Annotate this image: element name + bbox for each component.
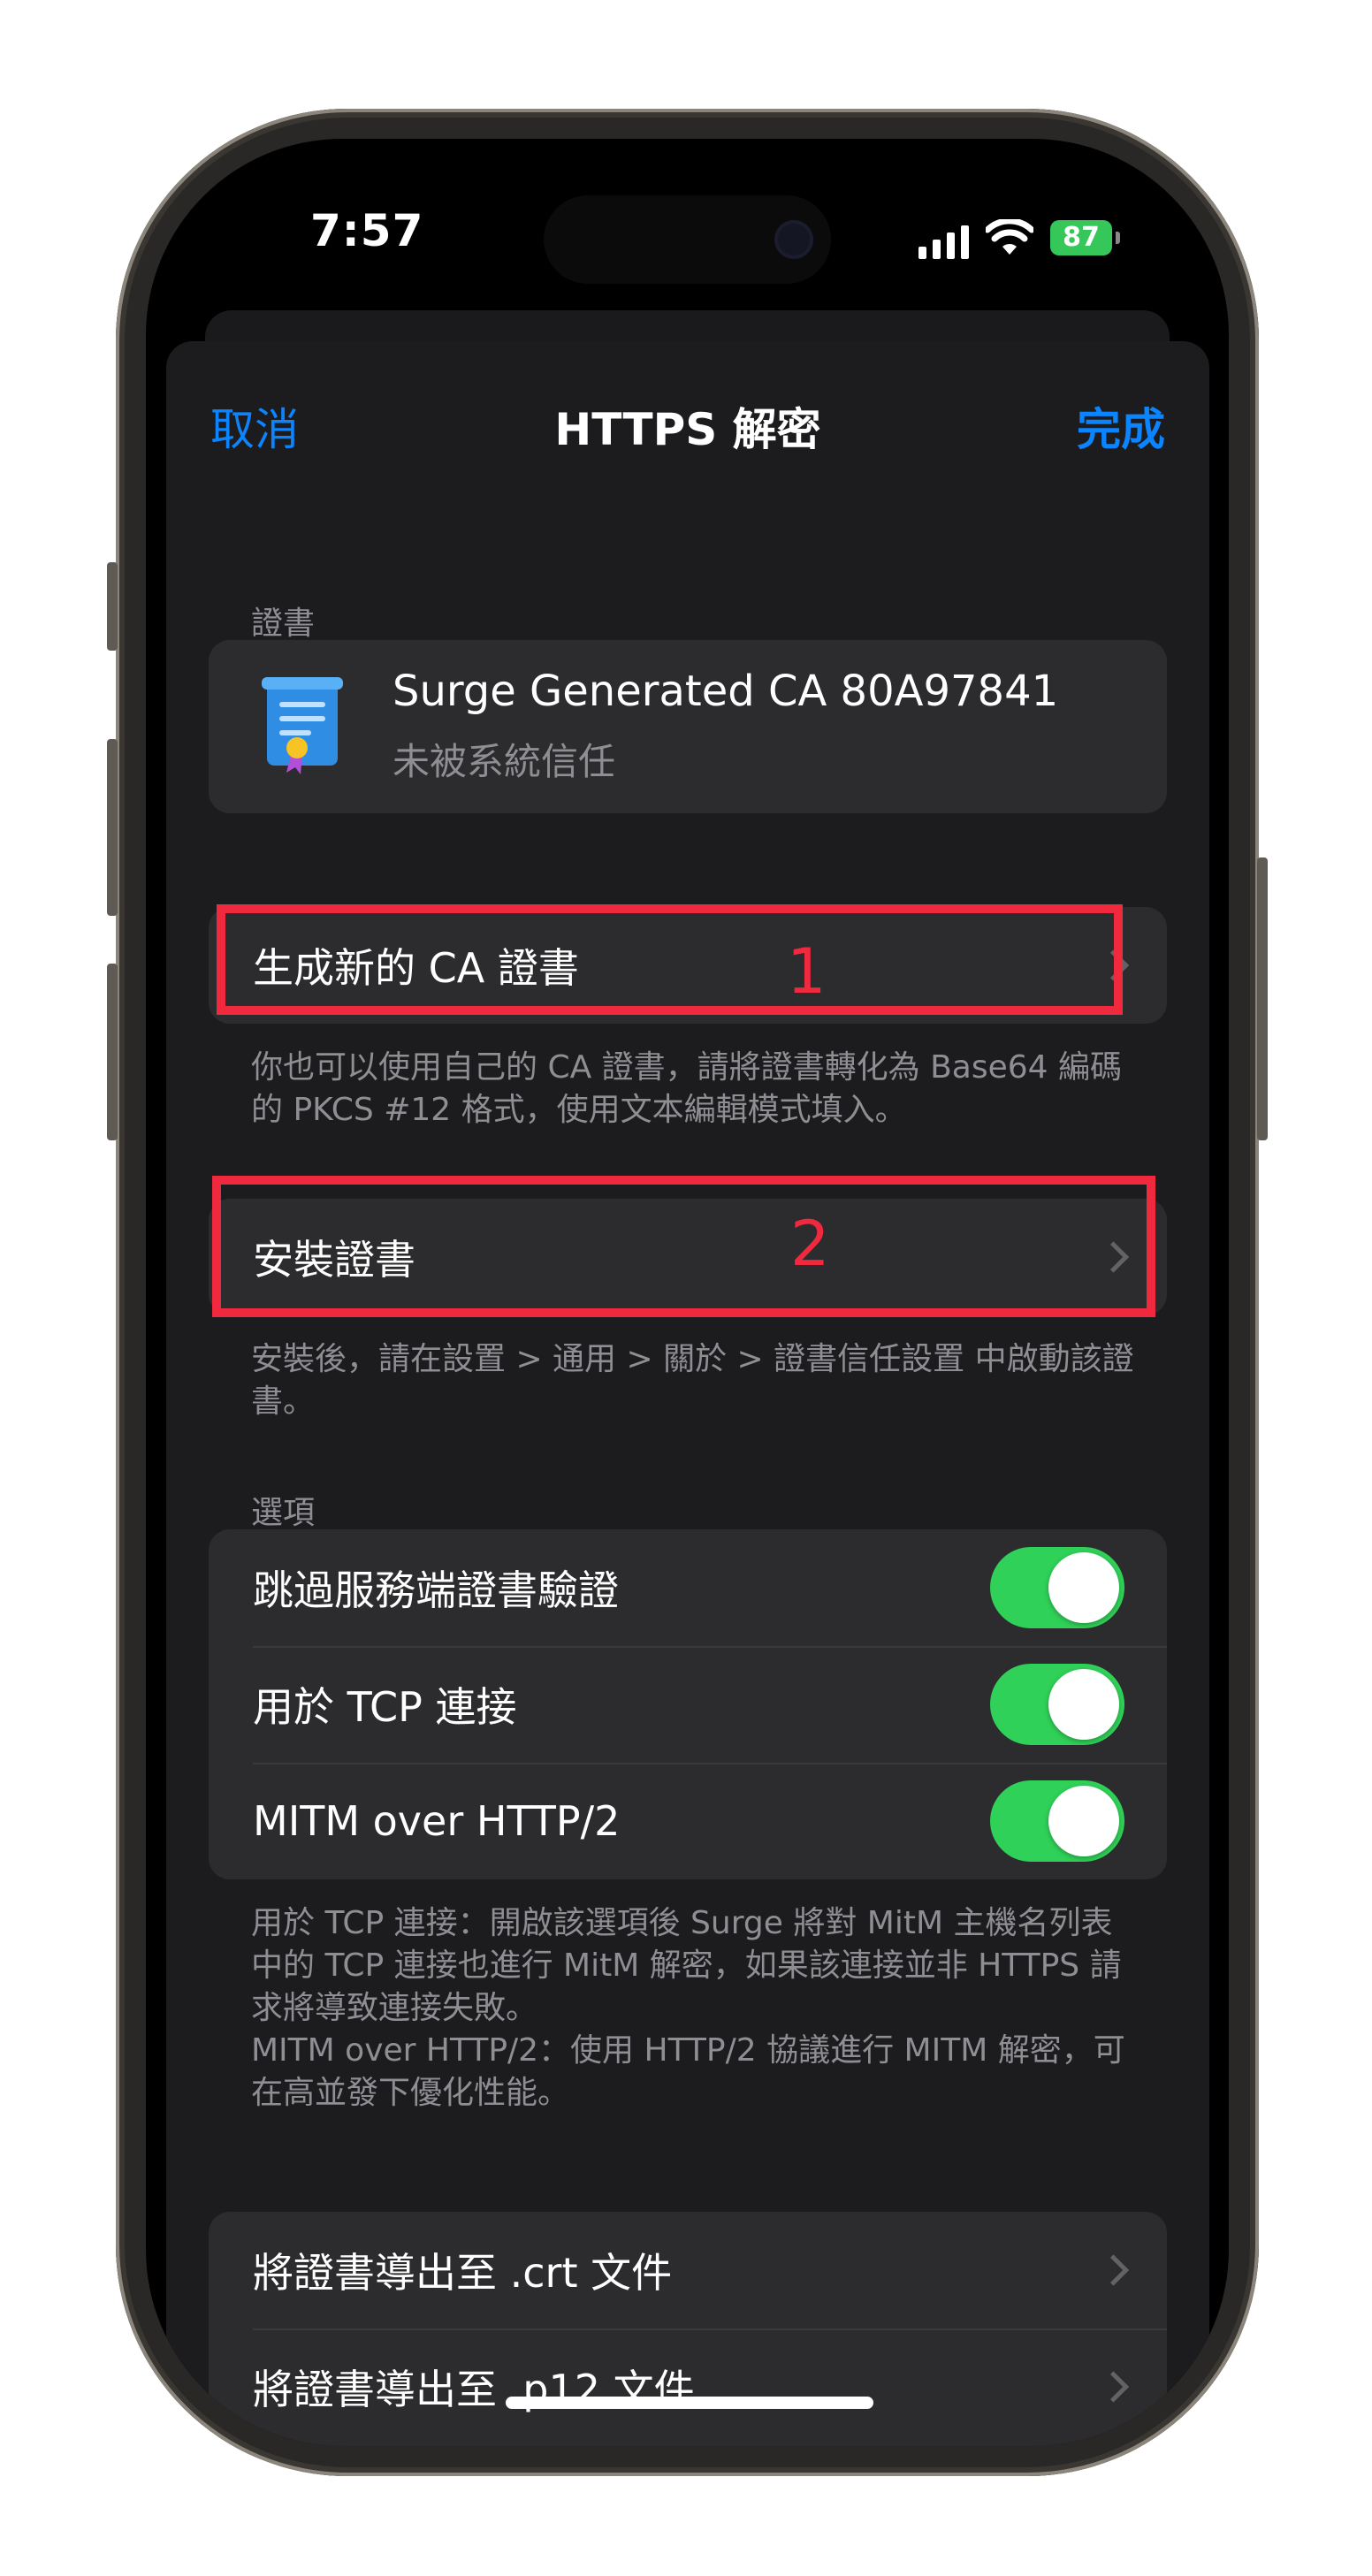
certificate-name: Surge Generated CA 80A97841 — [393, 667, 1059, 716]
https-decryption-sheet: HTTPS 解密 取消 完成 證書 Surge Generated CA 80A… — [166, 341, 1209, 2446]
options-footnote-http2: MITM over HTTP/2：使用 HTTP/2 協議進行 MITM 解密，… — [251, 2032, 1125, 2111]
export-group: 將證書導出至 .crt 文件 將證書導出至 .p12 文件 — [209, 2212, 1167, 2446]
certificate-icon — [262, 677, 343, 774]
mitm-http2-toggle[interactable] — [990, 1780, 1124, 1862]
export-crt-label: 將證書導出至 .crt 文件 — [253, 2249, 673, 2297]
mitm-http2-row: MITM over HTTP/2 — [209, 1763, 1167, 1879]
chevron-right-icon — [1097, 2254, 1130, 2286]
wifi-icon — [986, 219, 1033, 255]
option-label: 用於 TCP 連接 — [253, 1683, 517, 1731]
export-crt-button[interactable]: 將證書導出至 .crt 文件 — [209, 2212, 1167, 2328]
skip-server-cert-verify-toggle[interactable] — [990, 1547, 1124, 1628]
status-time: 7:57 — [310, 205, 424, 256]
option-label: MITM over HTTP/2 — [253, 1797, 621, 1845]
navigation-bar: HTTPS 解密 取消 完成 — [166, 341, 1209, 474]
cancel-button[interactable]: 取消 — [210, 394, 299, 458]
options-footnote-tcp: 用於 TCP 連接：開啟該選項後 Surge 將對 MitM 主機名列表中的 T… — [251, 1905, 1122, 2026]
page-title: HTTPS 解密 — [554, 404, 821, 455]
annotation-number-2: 2 — [790, 1208, 830, 1280]
camera-icon — [778, 224, 810, 255]
annotation-number-1: 1 — [787, 935, 827, 1008]
battery-icon: 87 — [1050, 220, 1120, 255]
install-cert-footnote: 安裝後，請在設置 > 通用 > 關於 > 證書信任設置 中啟動該證書。 — [251, 1341, 1134, 1420]
skip-server-cert-verify-row: 跳過服務端證書驗證 — [209, 1529, 1167, 1646]
done-button[interactable]: 完成 — [1077, 394, 1165, 458]
options-group: 跳過服務端證書驗證 用於 TCP 連接 MITM over HTTP/2 — [209, 1529, 1167, 1879]
cellular-signal-icon — [918, 225, 969, 259]
certificate-section-header: 證書 — [251, 606, 316, 642]
side-button — [1257, 857, 1268, 1140]
volume-down-button — [107, 964, 118, 1140]
tcp-connection-toggle[interactable] — [990, 1664, 1124, 1745]
generate-ca-footnote: 你也可以使用自己的 CA 證書，請將證書轉化為 Base64 編碼的 PKCS … — [251, 1049, 1123, 1128]
dynamic-island — [544, 195, 831, 284]
tcp-connection-row: 用於 TCP 連接 — [209, 1646, 1167, 1763]
action-button — [107, 562, 118, 651]
volume-up-button — [107, 739, 118, 916]
certificate-card[interactable]: Surge Generated CA 80A97841 未被系統信任 — [209, 640, 1167, 813]
home-indicator — [506, 2397, 873, 2409]
certificate-trust-status: 未被系統信任 — [393, 740, 616, 783]
options-section-header: 選項 — [251, 1495, 316, 1531]
option-label: 跳過服務端證書驗證 — [253, 1566, 619, 1614]
annotation-box-2 — [212, 1176, 1155, 1317]
chevron-right-icon — [1097, 2371, 1130, 2403]
export-p12-button[interactable]: 將證書導出至 .p12 文件 — [209, 2328, 1167, 2445]
annotation-box-1 — [217, 904, 1123, 1015]
status-bar: 7:57 87 — [146, 139, 1229, 324]
